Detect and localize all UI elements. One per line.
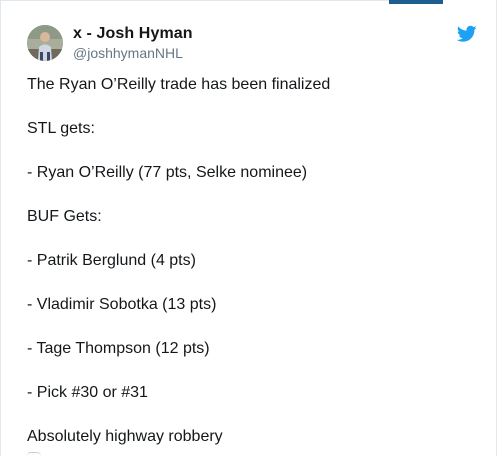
avatar-image <box>27 25 63 61</box>
tweet-line: - Pick #30 or #31 <box>27 384 148 401</box>
tweet-line: - Vladimir Sobotka (13 pts) <box>27 296 217 313</box>
tweet-line: - Tage Thompson (12 pts) <box>27 340 210 357</box>
user-avatar[interactable] <box>27 25 63 61</box>
top-divider <box>1 0 389 1</box>
tweet-line: STL gets: <box>27 120 95 137</box>
tweet-line: - Patrik Berglund (4 pts) <box>27 252 196 269</box>
top-accent-bar <box>389 0 443 4</box>
tweet-header: x - Josh Hyman @joshhymanNHL <box>27 24 496 64</box>
user-handle[interactable]: @joshhymanNHL <box>73 44 193 62</box>
display-name[interactable]: x - Josh Hyman <box>73 24 193 44</box>
author-names: x - Josh Hyman @joshhymanNHL <box>73 24 193 62</box>
tweet-line: BUF Gets: <box>27 208 102 225</box>
tweet-line: - Ryan O’Reilly (77 pts, Selke nominee) <box>27 164 308 181</box>
tweet-line: The Ryan O’Reilly trade has been finaliz… <box>27 76 331 93</box>
tweet-line: Absolutely highway robbery <box>27 428 223 445</box>
tweet-card: x - Josh Hyman @joshhymanNHL The Ryan O’… <box>0 0 497 456</box>
tweet-text: The Ryan O’Reilly trade has been finaliz… <box>27 74 476 456</box>
twitter-bird-icon[interactable] <box>457 25 477 43</box>
reply-icon-partial[interactable] <box>27 452 41 456</box>
